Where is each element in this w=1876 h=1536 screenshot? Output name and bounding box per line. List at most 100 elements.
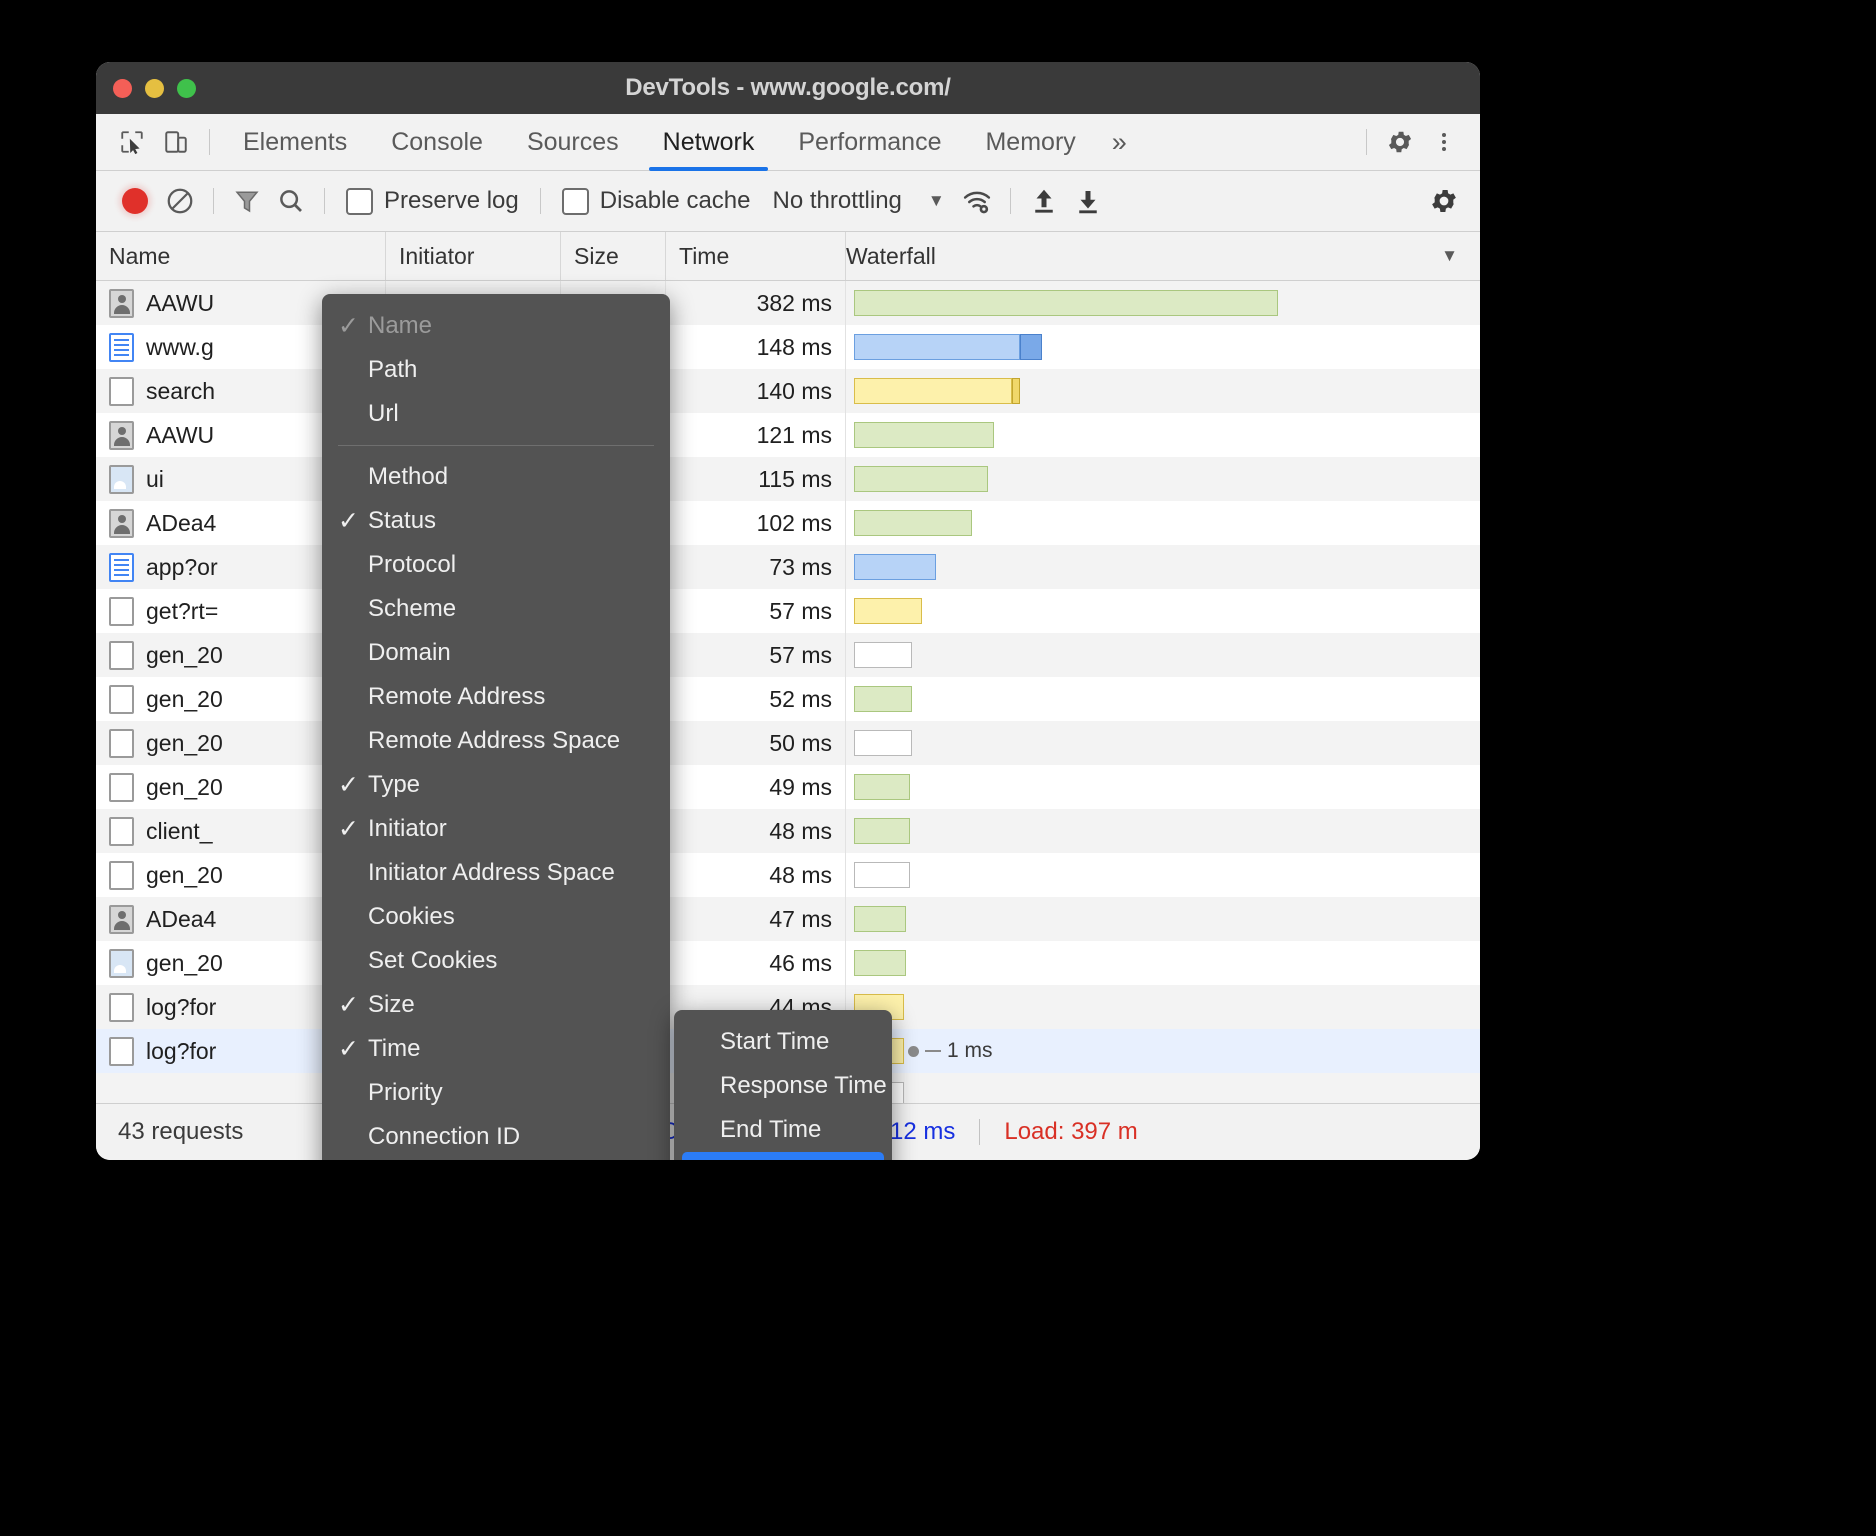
- tab-memory[interactable]: Memory: [963, 114, 1097, 170]
- table-row[interactable]: gen_20m=cdos,dp…14 B57 ms: [96, 633, 1480, 677]
- record-button[interactable]: [122, 188, 148, 214]
- minimize-button[interactable]: [145, 79, 164, 98]
- menu-item-status[interactable]: ✓Status: [322, 499, 670, 543]
- table-row[interactable]: gen_20(index):21514 B48 ms: [96, 853, 1480, 897]
- tab-label: Memory: [985, 128, 1075, 157]
- cell-waterfall: 1 ms: [846, 1029, 1480, 1073]
- menu-item-label: Cookies: [368, 903, 652, 931]
- menu-item-protocol[interactable]: Protocol: [322, 543, 670, 587]
- table-row[interactable]: ADea4(index)22 B102 ms: [96, 501, 1480, 545]
- avatar-file-icon: [109, 905, 134, 934]
- column-header-waterfall[interactable]: Waterfall ▼: [846, 232, 1480, 280]
- menu-item-label: Type: [368, 771, 652, 799]
- menu-item-cookies[interactable]: Cookies: [322, 895, 670, 939]
- inspect-element-icon[interactable]: [110, 122, 154, 162]
- network-settings-gear-icon[interactable]: [1422, 181, 1466, 221]
- cell-time: 57 ms: [666, 589, 846, 633]
- menu-item-scheme[interactable]: Scheme: [322, 587, 670, 631]
- waterfall-menu-item-total-duration[interactable]: ✓Total Duration: [682, 1152, 884, 1160]
- menu-item-initiator[interactable]: ✓Initiator: [322, 807, 670, 851]
- menu-item-initiator-address-space[interactable]: Initiator Address Space: [322, 851, 670, 895]
- table-row[interactable]: www.gOther44.3 kB148 ms: [96, 325, 1480, 369]
- table-row[interactable]: ADea4app?origin…22 B47 ms: [96, 897, 1480, 941]
- device-toolbar-icon[interactable]: [154, 122, 198, 162]
- tab-sources[interactable]: Sources: [505, 114, 641, 170]
- column-header-size[interactable]: Size: [561, 232, 666, 280]
- tab-console[interactable]: Console: [369, 114, 505, 170]
- cell-waterfall: [846, 809, 1480, 853]
- waterfall-bar: [854, 730, 912, 756]
- tab-network[interactable]: Network: [641, 114, 777, 170]
- check-icon: ✓: [338, 814, 368, 844]
- table-row[interactable]: uim=DhPYm…0 B115 ms: [96, 457, 1480, 501]
- waterfall-dot-icon: [908, 1046, 919, 1057]
- filter-icon[interactable]: [225, 181, 269, 221]
- table-row[interactable]: AAWUADea4I7lfZ…2.7 kB121 ms: [96, 413, 1480, 457]
- cell-waterfall: [846, 369, 1480, 413]
- tab-performance[interactable]: Performance: [776, 114, 963, 170]
- throttling-dropdown[interactable]: No throttling ▼: [772, 187, 944, 215]
- panel-tabs: Elements Console Sources Network Perform…: [221, 114, 1141, 170]
- title-bar: DevTools - www.google.com/: [96, 62, 1480, 114]
- table-row[interactable]: gen_2014 B46 ms: [96, 941, 1480, 985]
- menu-item-method[interactable]: Method: [322, 455, 670, 499]
- menu-item-remote-address-space[interactable]: Remote Address Space: [322, 719, 670, 763]
- check-icon: ✓: [338, 990, 368, 1020]
- waterfall-connector: [925, 1050, 941, 1052]
- cell-time: 48 ms: [666, 853, 846, 897]
- kebab-menu-icon[interactable]: [1422, 122, 1466, 162]
- close-button[interactable]: [113, 79, 132, 98]
- menu-item-remote-address[interactable]: Remote Address: [322, 675, 670, 719]
- menu-item-label: Path: [368, 356, 652, 384]
- column-header-time[interactable]: Time: [666, 232, 846, 280]
- menu-item-label: Start Time: [720, 1028, 874, 1056]
- menu-item-type[interactable]: ✓Type: [322, 763, 670, 807]
- resource-name: gen_20: [146, 774, 223, 801]
- preserve-log-checkbox[interactable]: Preserve log: [346, 187, 519, 215]
- cell-time: 47 ms: [666, 897, 846, 941]
- network-conditions-icon[interactable]: [955, 181, 999, 221]
- gear-icon[interactable]: [1378, 122, 1422, 162]
- chevron-down-icon[interactable]: ▼: [1441, 246, 1458, 266]
- menu-item-path[interactable]: Path: [322, 348, 670, 392]
- zoom-button[interactable]: [177, 79, 196, 98]
- waterfall-menu-item-response-time[interactable]: Response Time: [674, 1064, 892, 1108]
- check-icon: ✓: [690, 1159, 720, 1160]
- tab-elements[interactable]: Elements: [221, 114, 369, 170]
- menu-item-domain[interactable]: Domain: [322, 631, 670, 675]
- table-row[interactable]: AAWUADea4I7lfZ…15.3 kB382 ms: [96, 281, 1480, 325]
- menu-item-time[interactable]: ✓Time: [322, 1027, 670, 1071]
- upload-har-icon[interactable]: [1022, 181, 1066, 221]
- table-row[interactable]: get?rt=rs=AA2YrT…14.8 kB57 ms: [96, 589, 1480, 633]
- search-icon[interactable]: [269, 181, 313, 221]
- menu-item-label: Domain: [368, 639, 652, 667]
- resource-name: ADea4: [146, 906, 216, 933]
- menu-item-label: Initiator: [368, 815, 652, 843]
- column-header-name[interactable]: Name: [96, 232, 386, 280]
- disable-cache-checkbox[interactable]: Disable cache: [562, 187, 751, 215]
- table-row[interactable]: app?orrs=AA2YrT…14.4 kB73 ms: [96, 545, 1480, 589]
- table-row[interactable]: gen_20(index):11615 B52 ms: [96, 677, 1480, 721]
- cell-time: 148 ms: [666, 325, 846, 369]
- waterfall-bar: [854, 466, 988, 492]
- clear-icon[interactable]: [158, 181, 202, 221]
- menu-item-label: Method: [368, 463, 652, 491]
- menu-item-set-cookies[interactable]: Set Cookies: [322, 939, 670, 983]
- download-har-icon[interactable]: [1066, 181, 1110, 221]
- menu-item-connection-id[interactable]: Connection ID: [322, 1115, 670, 1159]
- table-row[interactable]: client_(index):318 B48 ms: [96, 809, 1480, 853]
- menu-item-size[interactable]: ✓Size: [322, 983, 670, 1027]
- more-tabs-icon[interactable]: »: [1098, 127, 1141, 158]
- waterfall-menu-item-start-time[interactable]: Start Time: [674, 1020, 892, 1064]
- waterfall-menu-item-end-time[interactable]: End Time: [674, 1108, 892, 1152]
- table-row[interactable]: gen_20(index):11615 B49 ms: [96, 765, 1480, 809]
- window-title: DevTools - www.google.com/: [96, 74, 1480, 102]
- menu-item-priority[interactable]: Priority: [322, 1071, 670, 1115]
- cell-waterfall: [846, 721, 1480, 765]
- toolbar-divider: [540, 188, 541, 214]
- doc-file-icon: [109, 553, 134, 582]
- column-header-initiator[interactable]: Initiator: [386, 232, 561, 280]
- menu-item-url[interactable]: Url: [322, 392, 670, 436]
- table-row[interactable]: searchm=cdos,dp…21.0 kB140 ms: [96, 369, 1480, 413]
- table-row[interactable]: gen_20(index):1214 B50 ms: [96, 721, 1480, 765]
